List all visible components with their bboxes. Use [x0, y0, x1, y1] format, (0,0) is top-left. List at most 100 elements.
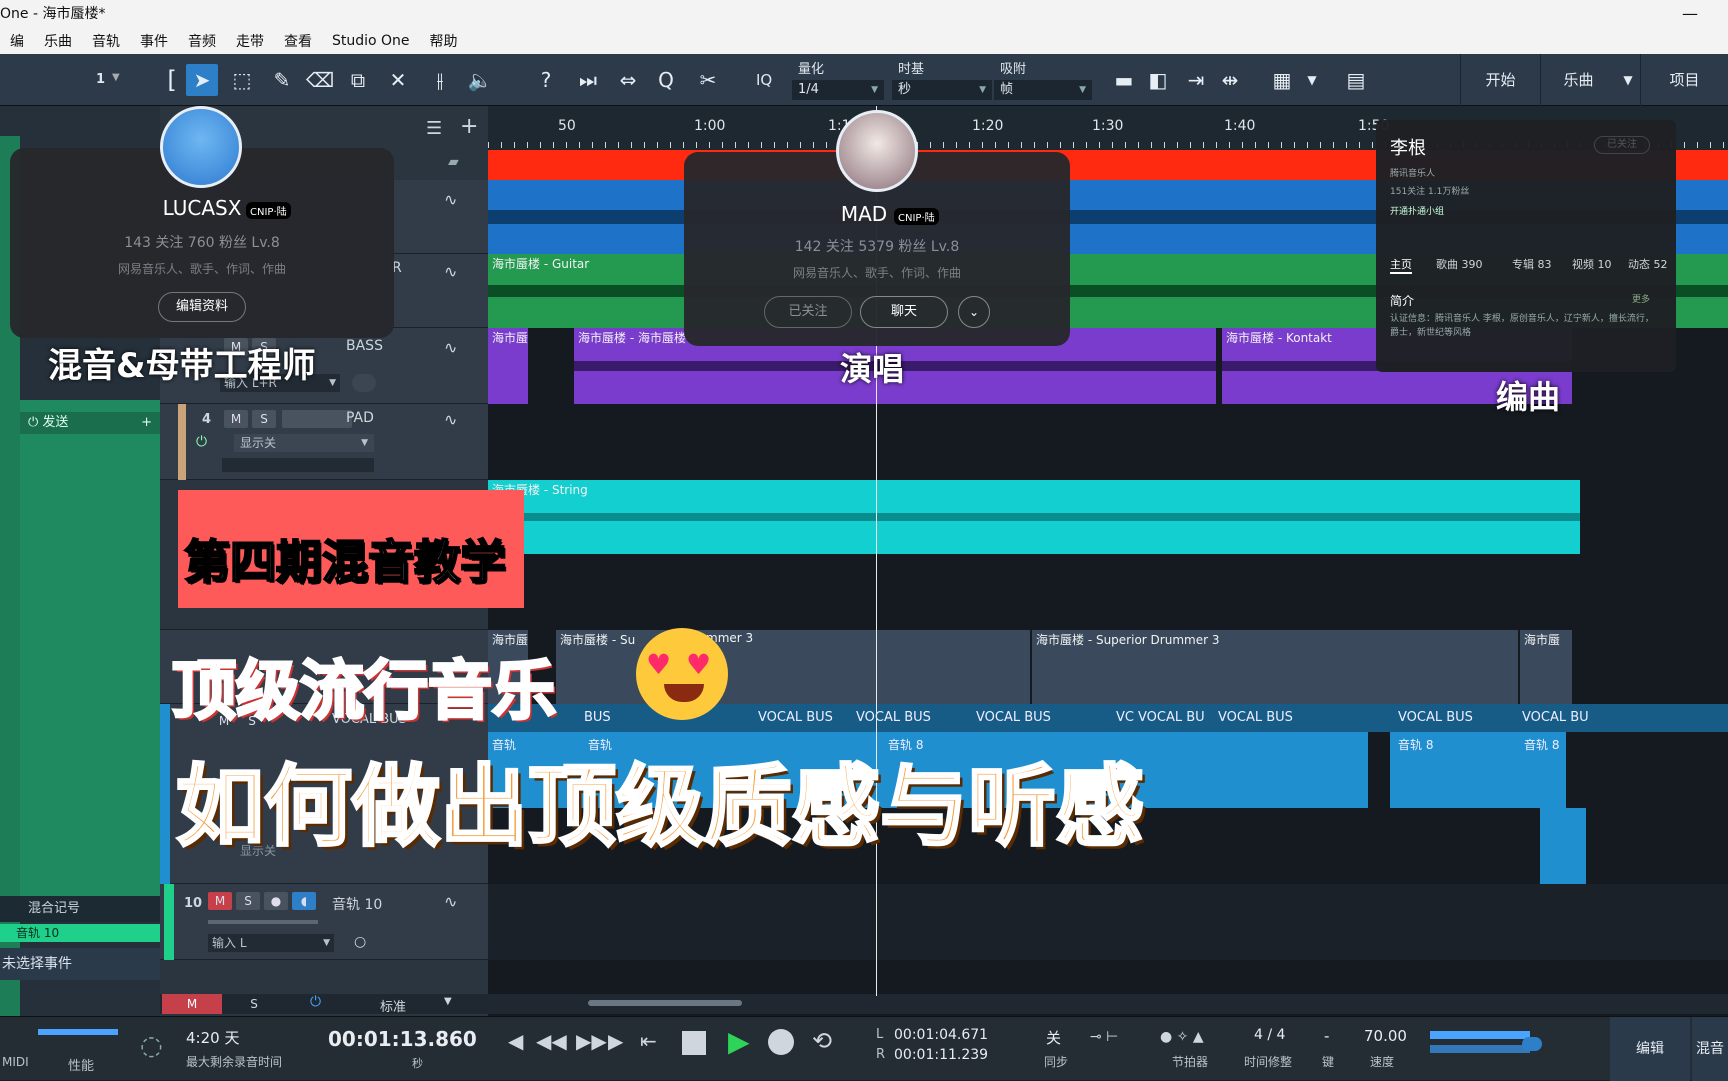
bend-tool-icon[interactable]: ⧉ — [342, 64, 374, 96]
tab-songs[interactable]: 歌曲 390 — [1436, 256, 1483, 272]
mute-button[interactable]: M — [208, 892, 232, 910]
menu-item[interactable]: 事件 — [130, 31, 178, 51]
volume-toggle[interactable] — [1522, 1037, 1542, 1051]
edit-button[interactable]: 编辑 — [1610, 1017, 1690, 1081]
circle-icon[interactable]: ○ — [354, 934, 372, 952]
sync-value[interactable]: 关 — [1046, 1027, 1061, 1048]
avatar-mad[interactable] — [836, 110, 918, 192]
menu-item[interactable]: 走带 — [226, 31, 274, 51]
snap-center-icon[interactable]: ⇹ — [1214, 64, 1246, 96]
volume-fader[interactable] — [208, 920, 318, 924]
power-icon[interactable]: ⏻ — [196, 434, 207, 450]
stop-button[interactable] — [682, 1031, 706, 1055]
scroll-thumb[interactable] — [588, 1000, 742, 1006]
snap-right-icon[interactable]: ⇥ — [1180, 64, 1212, 96]
tab-home[interactable]: 主页 — [1390, 256, 1412, 274]
quantize-select[interactable]: 1/4 ▼ — [792, 80, 884, 100]
split-tool-icon[interactable]: ⫲ — [424, 64, 456, 96]
mute-tool-icon[interactable]: ✕ — [382, 64, 414, 96]
edit-profile-button[interactable]: 编辑资料 — [158, 292, 246, 322]
solo-button[interactable]: S — [252, 410, 276, 428]
send-section[interactable]: ⏻ 发送 + — [20, 412, 160, 434]
tab-feed[interactable]: 动态 52 — [1628, 256, 1668, 272]
record-button[interactable] — [768, 1029, 794, 1055]
pencil-tool-icon[interactable]: ✎ — [266, 64, 298, 96]
fader[interactable] — [222, 458, 374, 472]
chevron-down-icon[interactable]: ▼ — [1296, 64, 1328, 96]
snap-select[interactable]: 帧 ▼ — [994, 80, 1092, 100]
display-select[interactable]: 显示关 ▼ — [234, 434, 374, 452]
menu-item[interactable]: 查看 — [274, 31, 322, 51]
iq-button[interactable]: IQ — [756, 71, 772, 89]
forward-end-icon[interactable]: ▶ — [608, 1029, 623, 1053]
follow-tag[interactable]: 已关注 — [1594, 136, 1650, 154]
zoom-icon[interactable]: Q — [650, 64, 682, 96]
bracket-snap-icon[interactable]: ◧ — [1142, 64, 1174, 96]
waveform-icon[interactable]: ∿ — [444, 338, 457, 357]
right-locator-value[interactable]: 00:01:11.239 — [894, 1047, 988, 1063]
arrow-tool-icon[interactable]: ➤ — [186, 64, 218, 96]
chevron-down-icon[interactable]: ▼ — [1616, 54, 1640, 106]
add-track-icon[interactable]: + — [460, 114, 478, 139]
eraser-tool-icon[interactable]: ⌫ — [304, 64, 336, 96]
listen-tool-icon[interactable]: 🔈 — [464, 64, 496, 96]
track-header-10[interactable]: 10 M S ● ◖ 音轨 10 ∿ 输入 L ▼ ○ — [160, 884, 488, 960]
clip-drum-4[interactable]: 海市蜃 — [1520, 630, 1572, 704]
avatar-lucasx[interactable] — [160, 106, 242, 188]
monitor-icon[interactable]: ◖ — [292, 892, 316, 910]
plus-icon[interactable]: + — [141, 412, 152, 434]
project-button[interactable]: 项目 — [1640, 54, 1728, 106]
loop-range-icon[interactable]: ⇔ — [612, 64, 644, 96]
menu-item[interactable]: Studio One — [322, 33, 420, 49]
play-button[interactable]: ▶ — [728, 1025, 750, 1058]
tab-videos[interactable]: 视频 10 — [1572, 256, 1612, 272]
mix-button[interactable]: 混音 — [1692, 1017, 1728, 1081]
record-monitor-group[interactable] — [282, 410, 352, 428]
film-icon[interactable]: ▤ — [1340, 64, 1372, 96]
global-mute-button[interactable]: M — [162, 994, 222, 1014]
rewind-icon[interactable]: ◀◀ — [536, 1029, 567, 1053]
menu-item[interactable]: 帮助 — [420, 31, 468, 51]
toggle-switch[interactable] — [352, 374, 376, 392]
song-button[interactable]: 乐曲 — [1540, 54, 1616, 106]
more-link[interactable]: 更多 — [1632, 292, 1650, 305]
tempo-value[interactable]: 70.00 — [1364, 1027, 1407, 1045]
waveform-icon[interactable]: ∿ — [444, 190, 457, 209]
dropdown-icon[interactable]: ▼ — [112, 72, 120, 83]
waveform-icon[interactable]: ∿ — [444, 410, 457, 429]
skip-start-icon[interactable]: ⇤ — [640, 1029, 657, 1053]
global-solo-button[interactable]: S — [224, 994, 284, 1014]
clip-drum-2[interactable]: 海市蜃楼 - Su mmer 3 — [556, 630, 1030, 704]
bar-icon[interactable]: ▬ — [1108, 64, 1140, 96]
key-value[interactable]: - — [1324, 1027, 1329, 1045]
power-icon[interactable]: ⏻ — [310, 994, 321, 1010]
track-header-4[interactable]: 4 M S PAD ∿ ⏻ 显示关 ▼ — [160, 404, 488, 480]
loop-icon[interactable]: ⟲ — [812, 1027, 832, 1055]
rewind-start-icon[interactable]: ◀ — [508, 1029, 523, 1053]
scissors-icon[interactable]: ✂ — [692, 64, 724, 96]
range-tool-icon[interactable]: ⬚ — [226, 64, 258, 96]
time-display[interactable]: 00:01:13.860 — [328, 1027, 477, 1051]
punch-icon[interactable]: ⊸ ⊢ — [1090, 1029, 1118, 1045]
record-icon[interactable]: ● — [264, 892, 288, 910]
forward-icon[interactable]: ▶▶ — [576, 1029, 607, 1053]
left-locator-value[interactable]: 00:01:04.671 — [894, 1027, 988, 1043]
grid-icon[interactable]: ▦ — [1266, 64, 1298, 96]
clip-bass-1[interactable]: 海市蜃 — [488, 328, 528, 404]
mute-button[interactable]: M — [224, 410, 248, 428]
chat-button[interactable]: 聊天 — [860, 296, 948, 328]
menu-item[interactable]: 乐曲 — [34, 31, 82, 51]
minimize-button[interactable]: — — [1682, 0, 1698, 28]
menu-item[interactable]: 编 — [0, 31, 34, 51]
menu-item[interactable]: 音频 — [178, 31, 226, 51]
vip-link[interactable]: 开通扑通小组 — [1390, 204, 1444, 217]
list-icon[interactable]: ☰ — [426, 118, 442, 139]
start-page-button[interactable]: 开始 — [1460, 54, 1540, 106]
loop-start-icon[interactable]: ⏭ — [572, 64, 604, 96]
tab-albums[interactable]: 专辑 83 — [1512, 256, 1552, 272]
chevron-down-icon[interactable]: ⌄ — [958, 296, 990, 328]
waveform-icon[interactable]: ∿ — [444, 892, 457, 911]
help-icon[interactable]: ? — [530, 64, 562, 96]
track10-lane[interactable] — [488, 884, 1728, 960]
clip-track8-b[interactable]: 音轨 8 音轨 8 — [1390, 732, 1566, 808]
